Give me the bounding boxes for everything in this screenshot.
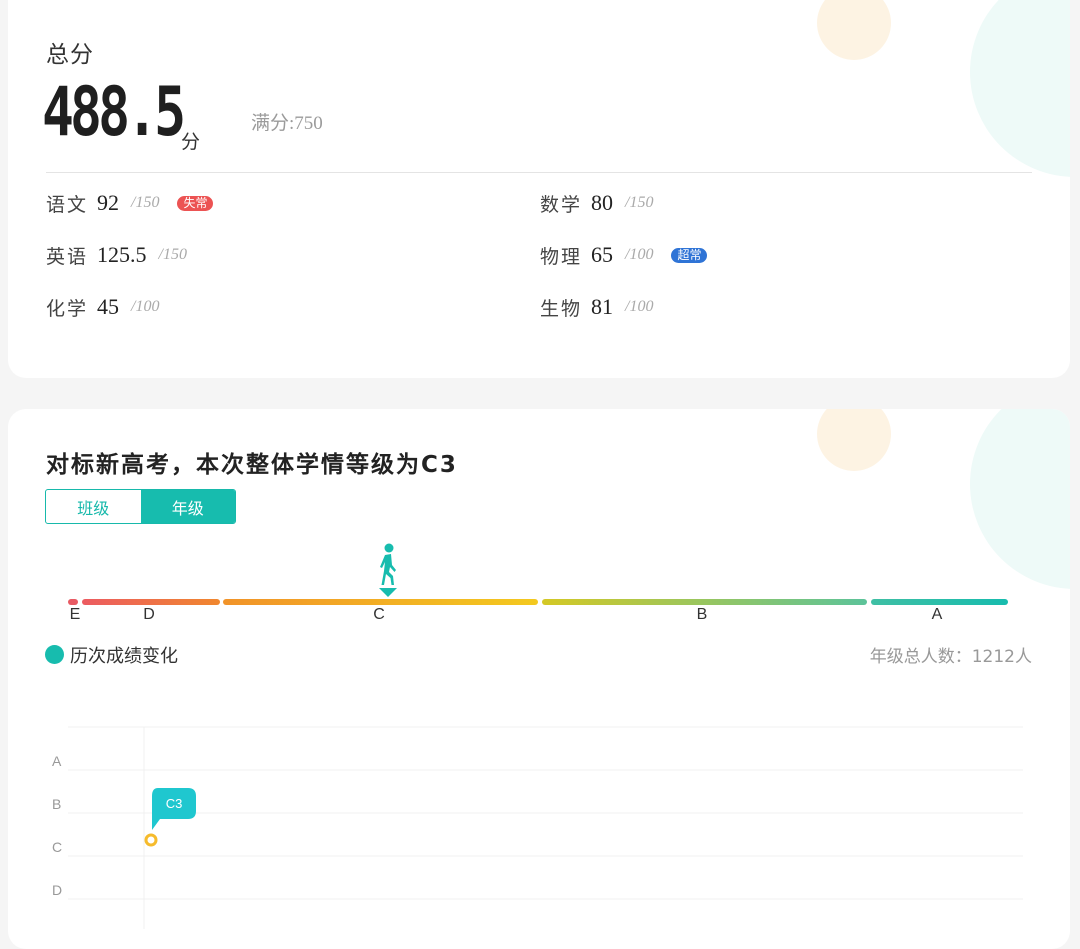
grade-count-value: 1212人 xyxy=(971,647,1032,667)
subject-name: 生物 xyxy=(540,298,583,320)
scope-toggle: 班级 年级 xyxy=(45,489,236,524)
subject-full-score: /100 xyxy=(625,246,654,263)
tab-grade[interactable]: 年级 xyxy=(140,490,235,523)
subject-biology: 生物 81 /100 xyxy=(540,292,653,322)
total-score: 488.5 xyxy=(42,73,186,152)
subject-math: 数学 80 /150 xyxy=(540,188,653,218)
subject-physics: 物理 65 /100 超常 xyxy=(540,240,708,270)
grade-segment-b xyxy=(542,599,867,605)
subject-score: 65 xyxy=(591,242,614,267)
subject-chinese: 语文 92 /150 失常 xyxy=(46,188,214,218)
grade-count-label: 年级总人数： xyxy=(869,647,972,667)
axis-label-c: C xyxy=(52,839,62,855)
subject-full-score: /100 xyxy=(625,298,654,315)
grade-label-d: D xyxy=(143,606,155,623)
legend-label: 历次成绩变化 xyxy=(70,646,178,667)
subject-english: 英语 125.5 /150 xyxy=(46,240,187,270)
subject-score: 45 xyxy=(97,294,120,319)
full-score: 满分:750 xyxy=(251,113,323,134)
grade-segment-c xyxy=(223,599,538,605)
level-title: 对标新高考，本次整体学情等级为C3 xyxy=(46,452,458,478)
grade-label-c: C xyxy=(373,606,385,623)
grade-segment-a xyxy=(871,599,1008,605)
tooltip-label: C3 xyxy=(166,796,183,811)
subject-chemistry: 化学 45 /100 xyxy=(46,292,159,322)
decor-circle-mint xyxy=(970,409,1070,589)
decor-circle-orange xyxy=(817,409,891,471)
decor-circle-orange xyxy=(817,0,891,60)
abnormal-badge: 失常 xyxy=(177,195,214,211)
tab-class[interactable]: 班级 xyxy=(46,490,141,523)
grade-segment-d xyxy=(82,599,220,605)
subject-name: 化学 xyxy=(46,298,89,320)
outstanding-badge: 超常 xyxy=(671,247,708,263)
subject-score: 80 xyxy=(591,190,614,215)
axis-label-d: D xyxy=(52,882,62,898)
subject-full-score: /150 xyxy=(625,194,654,211)
subject-score: 125.5 xyxy=(97,242,147,267)
subject-name: 语文 xyxy=(46,194,89,216)
subject-name: 数学 xyxy=(540,194,583,216)
subject-full-score: /150 xyxy=(158,246,187,263)
subject-full-score: /100 xyxy=(131,298,160,315)
total-label: 总分 xyxy=(46,42,94,68)
subject-full-score: /150 xyxy=(131,194,160,211)
grade-scale-bar xyxy=(68,599,1010,607)
subject-score: 92 xyxy=(97,190,120,215)
level-card: 对标新高考，本次整体学情等级为C3 班级 年级 E D C B A 历次成绩变化… xyxy=(8,409,1070,949)
total-unit: 分 xyxy=(181,131,201,153)
walking-person-icon xyxy=(379,543,397,597)
history-chart: A B C D C3 xyxy=(52,726,1023,929)
subject-name: 英语 xyxy=(46,246,89,268)
grade-segment-e xyxy=(68,599,78,605)
grade-total-count: 年级总人数：1212人 xyxy=(870,642,1032,667)
divider xyxy=(46,172,1032,173)
legend-dot xyxy=(45,645,64,664)
grade-label-b: B xyxy=(696,606,708,623)
axis-label-a: A xyxy=(52,753,62,769)
decor-circle-mint xyxy=(970,0,1070,177)
score-card: 总分 488.5 分 满分:750 语文 92 /150 失常 数学 80 /1… xyxy=(8,0,1070,378)
data-point[interactable] xyxy=(144,833,158,847)
axis-label-b: B xyxy=(52,796,61,812)
subject-name: 物理 xyxy=(540,246,583,268)
subject-score: 81 xyxy=(591,294,614,319)
grade-label-e: E xyxy=(69,606,81,623)
grade-label-a: A xyxy=(931,606,943,623)
